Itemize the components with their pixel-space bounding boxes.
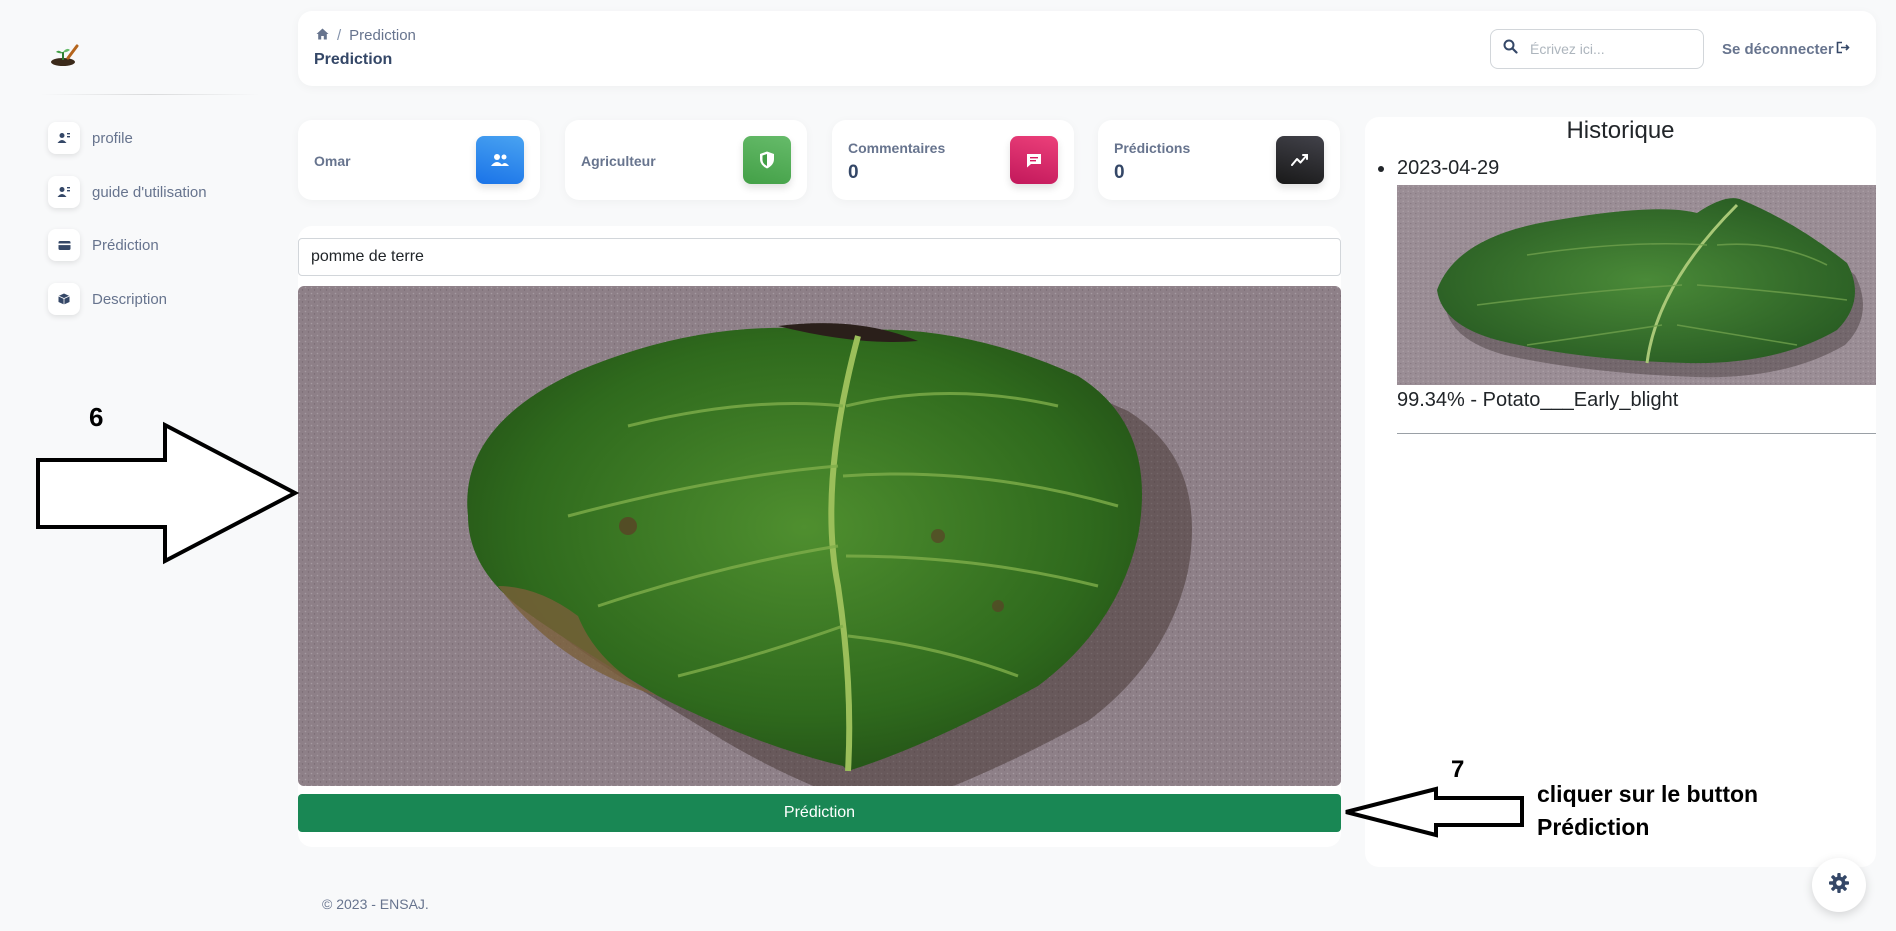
stat-card-user: Omar <box>298 120 540 200</box>
page-title: Prediction <box>314 51 393 68</box>
stat-card-value: 0 <box>848 162 859 183</box>
sidebar-item-label: profile <box>92 129 133 147</box>
uploaded-leaf-image <box>298 286 1341 786</box>
history-entry-date: 2023-04-29 <box>1397 157 1500 179</box>
breadcrumb-current: Prediction <box>349 27 416 44</box>
stat-card-label: Agriculteur <box>581 153 656 169</box>
breadcrumb: / Prediction <box>316 27 416 44</box>
stat-card-label: Omar <box>314 153 351 169</box>
breadcrumb-separator: / <box>337 27 342 44</box>
sidebar: profile guide d'utilisation Prédiction D… <box>0 0 290 931</box>
settings-button[interactable] <box>1812 858 1866 912</box>
history-title: Historique <box>1566 117 1675 144</box>
annotation-instruction: cliquer sur le button Prédiction <box>1537 778 1867 844</box>
credit-card-icon <box>48 229 80 261</box>
user-cog-icon <box>48 176 80 208</box>
home-icon[interactable] <box>316 27 329 44</box>
chart-line-icon <box>1276 136 1324 184</box>
prediction-button[interactable]: Prédiction <box>298 794 1341 832</box>
sidebar-item-label: Description <box>92 290 168 308</box>
annotation-step-6: 6 <box>89 402 104 432</box>
annotation-line-1: cliquer sur le button <box>1537 781 1759 807</box>
sidebar-item-guide[interactable]: guide d'utilisation <box>48 174 207 210</box>
comment-icon <box>1010 136 1058 184</box>
stat-card-predictions: Prédictions 0 <box>1098 120 1340 200</box>
search-input[interactable] <box>1530 41 1690 57</box>
stat-card-role: Agriculteur <box>565 120 807 200</box>
shield-icon <box>743 136 791 184</box>
plant-type-input[interactable] <box>298 238 1341 276</box>
sidebar-item-profile[interactable]: profile <box>48 120 133 156</box>
stat-card-value: 0 <box>1114 162 1125 183</box>
sidebar-divider <box>40 94 260 95</box>
gear-icon <box>1828 872 1850 899</box>
user-cog-icon <box>48 122 80 154</box>
search-icon <box>1503 39 1518 59</box>
stat-card-comments: Commentaires 0 <box>832 120 1074 200</box>
sidebar-item-label: guide d'utilisation <box>92 183 207 201</box>
search-box <box>1490 29 1704 69</box>
annotation-step-7: 7 <box>1451 756 1465 783</box>
logout-button[interactable]: Se déconnecter <box>1722 41 1850 58</box>
stat-card-label: Commentaires <box>848 140 946 156</box>
users-icon <box>476 136 524 184</box>
prediction-panel: Prédiction <box>298 226 1341 847</box>
top-navbar: / Prediction Prediction Se déconnecter <box>298 11 1876 86</box>
sign-out-icon <box>1836 41 1850 58</box>
app-logo[interactable] <box>48 38 82 72</box>
history-entry-result: 99.34% - Potato___Early_blight <box>1397 389 1679 411</box>
sidebar-item-label: Prédiction <box>92 236 159 254</box>
history-panel: Historique 2023-04-29 99.34% - Potato___… <box>1365 117 1876 867</box>
history-divider <box>1397 433 1876 434</box>
annotation-line-2: Prédiction <box>1537 814 1650 840</box>
box-icon <box>48 283 80 315</box>
stat-card-label: Prédictions <box>1114 140 1191 156</box>
logout-label: Se déconnecter <box>1722 41 1834 58</box>
sidebar-item-prediction[interactable]: Prédiction <box>48 227 159 263</box>
history-entry-image <box>1397 185 1876 385</box>
footer-copyright: © 2023 - ENSAJ. <box>322 896 429 912</box>
list-bullet <box>1378 166 1384 172</box>
sidebar-item-description[interactable]: Description <box>48 281 167 317</box>
